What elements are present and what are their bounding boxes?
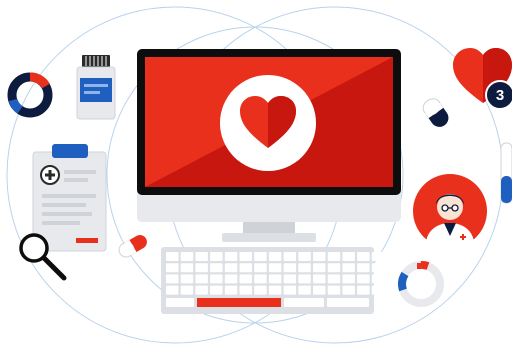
keyboard-key <box>210 263 223 273</box>
keyboard-key <box>166 263 179 273</box>
keyboard-key <box>298 263 311 273</box>
medicine-bottle-icon <box>76 55 116 120</box>
notification-heart-icon: 3 <box>453 48 512 110</box>
monitor-neck <box>243 222 295 234</box>
keyboard-key <box>180 252 194 261</box>
medical-clipboard-icon <box>32 144 107 252</box>
keyboard-key <box>166 274 179 284</box>
keyboard-key <box>210 252 223 261</box>
capsule-icon <box>422 98 449 127</box>
keyboard-key <box>166 285 179 295</box>
keyboard-key <box>210 285 223 295</box>
keyboard-key <box>313 274 326 284</box>
keyboard-key <box>195 285 208 295</box>
keyboard-key <box>254 274 267 284</box>
keyboard-key <box>239 263 252 273</box>
keyboard-spacebar <box>197 298 281 307</box>
keyboard-key <box>180 263 194 273</box>
keyboard-key <box>298 274 311 284</box>
keyboard-key <box>371 263 385 273</box>
donut-chart-icon <box>7 72 53 118</box>
keyboard-key <box>268 252 282 261</box>
keyboard-key <box>180 274 194 284</box>
keyboard-key <box>342 285 355 295</box>
keyboard-key <box>283 274 297 284</box>
keyboard-key <box>268 285 282 295</box>
desktop-monitor-icon <box>137 49 401 242</box>
keyboard-key <box>166 298 194 307</box>
health-illustration: 3 <box>0 0 512 345</box>
keyboard-key <box>371 285 385 295</box>
keyboard-key <box>210 274 223 284</box>
keyboard-key <box>357 274 370 284</box>
keyboard-key <box>254 252 267 261</box>
keyboard-key <box>268 263 282 273</box>
keyboard-key <box>283 263 297 273</box>
keyboard-key <box>166 252 179 261</box>
clipboard-clip <box>52 144 88 158</box>
monitor-stand <box>222 233 316 242</box>
keyboard-key <box>180 285 194 295</box>
keyboard-key <box>224 263 238 273</box>
keyboard-key <box>224 274 238 284</box>
keyboard-key <box>284 298 324 307</box>
keyboard-key <box>342 274 355 284</box>
keyboard-key <box>327 285 341 295</box>
keyboard-key <box>298 252 311 261</box>
keyboard-key <box>254 285 267 295</box>
keyboard-key <box>342 263 355 273</box>
pill-icon <box>118 235 147 258</box>
keyboard-key <box>327 263 341 273</box>
keyboard-key <box>239 274 252 284</box>
keyboard-key <box>342 252 355 261</box>
keyboard-key <box>239 285 252 295</box>
keyboard-icon <box>161 247 385 314</box>
keyboard-key <box>357 252 370 261</box>
keyboard-key <box>313 263 326 273</box>
keyboard-key <box>357 263 370 273</box>
keyboard-key <box>195 274 208 284</box>
keyboard-key <box>327 252 341 261</box>
keyboard-key <box>327 298 369 307</box>
keyboard-key <box>327 274 341 284</box>
notification-badge-count: 3 <box>496 87 504 104</box>
doctor-avatar-icon <box>413 174 487 251</box>
keyboard-key <box>313 285 326 295</box>
keyboard-key <box>313 252 326 261</box>
keyboard-key <box>224 285 238 295</box>
keyboard-key <box>224 252 238 261</box>
keyboard-key <box>357 285 370 295</box>
gauge-chart-icon <box>398 260 444 307</box>
keyboard-key <box>239 252 252 261</box>
keyboard-key <box>195 252 208 261</box>
pill-edge-icon <box>500 142 512 204</box>
keyboard-key <box>298 285 311 295</box>
keyboard-key <box>195 263 208 273</box>
illustration-canvas: 3 <box>6 6 512 344</box>
keyboard-key <box>371 274 385 284</box>
keyboard-key <box>268 274 282 284</box>
keyboard-key <box>283 285 297 295</box>
keyboard-key <box>371 252 385 261</box>
keyboard-key <box>254 263 267 273</box>
keyboard-key <box>283 252 297 261</box>
